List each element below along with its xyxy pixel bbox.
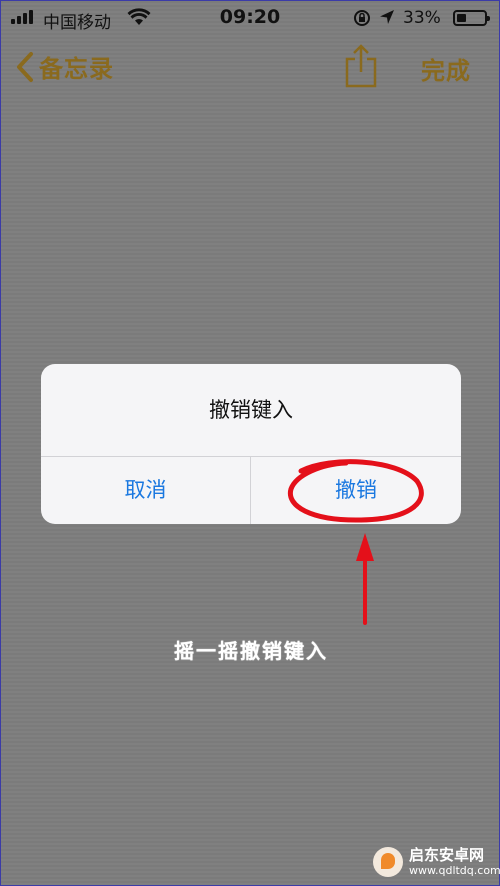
watermark-name: 启东安卓网 <box>409 846 485 864</box>
annotation-circle <box>287 459 424 523</box>
annotation-caption: 摇一摇撤销键入 <box>174 639 328 663</box>
annotation-arrow-head <box>356 533 374 561</box>
annotation-overlay <box>287 459 424 625</box>
screen: 中国移动 09:20 33% 备忘录 完成 撤销键入 取消 撤销 摇一摇撤销键入… <box>0 0 500 886</box>
watermark: 启东安卓网 www.qdltdq.com <box>373 847 500 877</box>
watermark-logo-icon <box>373 847 403 877</box>
watermark-url: www.qdltdq.com <box>409 864 500 877</box>
